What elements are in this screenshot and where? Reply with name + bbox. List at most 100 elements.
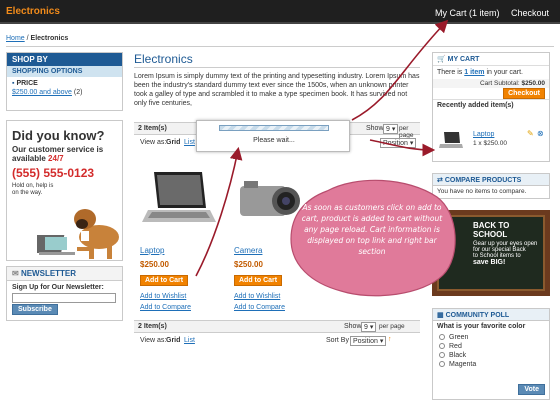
dyk-line2-text: available: [12, 154, 46, 163]
cart-summary: There is 1 item in your cart.: [433, 66, 549, 79]
poll-option-label: Red: [449, 343, 462, 350]
cart-items-link[interactable]: 1 item: [464, 69, 484, 76]
cart-icon: 🛒: [437, 56, 448, 63]
product-name-link[interactable]: Laptop: [140, 246, 164, 255]
grid-mode[interactable]: Grid: [166, 337, 180, 344]
poll-title: ▦ COMMUNITY POLL: [433, 309, 549, 321]
progress-bar: [219, 125, 329, 131]
mini-cart-checkout-button[interactable]: Checkout: [503, 88, 545, 99]
shopping-options-title: SHOPPING OPTIONS: [7, 66, 122, 77]
radio-icon[interactable]: [439, 361, 445, 368]
laptop-image[interactable]: [140, 164, 220, 234]
newsletter-email-input[interactable]: [12, 293, 116, 303]
add-to-compare-link[interactable]: Add to Compare: [140, 304, 191, 311]
price-filter-count: (2): [73, 89, 83, 96]
recent-item-qty: 1 x $250.00: [473, 140, 507, 147]
divider: [6, 46, 554, 47]
per-page-label: per page: [379, 323, 405, 330]
cart-text-start: There is: [437, 69, 463, 76]
add-to-cart-button[interactable]: Add to Cart: [140, 275, 189, 286]
poll-option-label: Magenta: [449, 361, 477, 368]
newsletter-label: Sign Up for Our Newsletter:: [12, 284, 104, 291]
my-cart-link[interactable]: My Cart (1 item): [435, 8, 500, 18]
poll-title-text: COMMUNITY POLL: [445, 312, 510, 319]
add-to-compare-link[interactable]: Add to Compare: [234, 304, 285, 311]
edit-icon[interactable]: ✎: [527, 129, 534, 138]
callout-text: As soon as customers click on add to car…: [301, 203, 443, 256]
poll-question: What is your favorite color: [437, 323, 526, 330]
my-cart-title-text: MY CART: [447, 56, 480, 63]
list-mode-link[interactable]: List: [184, 139, 195, 146]
limit-select-value: 9: [386, 126, 390, 133]
limit-select-value: 9: [364, 324, 368, 331]
price-filter-link[interactable]: $250.00 and above: [12, 89, 72, 96]
product-name-link[interactable]: Camera: [234, 246, 262, 255]
page-title: Electronics: [134, 52, 193, 66]
product-price: $250.00: [234, 260, 263, 269]
dyk-note2: on the way.: [12, 190, 43, 196]
per-page-label: per page: [399, 125, 414, 139]
recent-item-name[interactable]: Laptop: [473, 131, 494, 138]
subscribe-button[interactable]: Subscribe: [12, 304, 58, 315]
list-mode-link[interactable]: List: [184, 337, 195, 344]
product-price: $250.00: [140, 260, 169, 269]
limit-select[interactable]: 9 ▾: [383, 124, 399, 134]
vote-button[interactable]: Vote: [518, 384, 545, 395]
please-wait-text: Please wait...: [253, 137, 295, 144]
cart-subtotal: Cart Subtotal: $250.00: [433, 79, 549, 88]
view-as-label: View as:: [140, 139, 167, 146]
toolbar-bottom: 2 Item(s) Show 9 ▾ per page: [134, 320, 420, 333]
community-poll-box: ▦ COMMUNITY POLL What is your favorite c…: [432, 308, 550, 400]
checkout-link[interactable]: Checkout: [511, 8, 549, 18]
shop-by-box: SHOP BY SHOPPING OPTIONS ▪ PRICE $250.00…: [6, 52, 123, 111]
sort-direction-icon[interactable]: ↑: [388, 336, 392, 343]
subtotal-value: $250.00: [521, 80, 546, 87]
newsletter-title-text: NEWSLETTER: [20, 269, 77, 278]
poll-option[interactable]: Black: [439, 352, 549, 359]
view-as-label: View as:: [140, 337, 167, 344]
dyk-hours: 24/7: [48, 154, 64, 163]
mail-icon: ✉: [12, 269, 21, 278]
newsletter-title: ✉ NEWSLETTER: [7, 267, 122, 281]
title-divider: [134, 67, 420, 68]
show-label: Show: [366, 125, 384, 132]
dyk-line2: available 24/7: [12, 154, 104, 163]
dyk-phone: (555) 555-0123: [12, 166, 95, 180]
sort-select-value: Position: [353, 338, 378, 345]
sort-select-value: Position: [383, 140, 408, 147]
grid-mode[interactable]: Grid: [166, 139, 180, 146]
product-card: Laptop $250.00 Add to Cart Add to Wishli…: [134, 158, 226, 316]
price-filter-label: ▪ PRICE: [12, 80, 117, 87]
radio-icon[interactable]: [439, 343, 445, 350]
radio-icon[interactable]: [439, 352, 445, 359]
poll-icon: ▦: [437, 312, 446, 319]
sort-select[interactable]: Position ▾: [350, 336, 387, 346]
shop-by-title: SHOP BY: [7, 53, 122, 66]
my-cart-title: 🛒 MY CART: [433, 53, 549, 66]
dog-with-laptop-image: [37, 209, 119, 259]
school-line5: save BIG!: [473, 259, 506, 266]
dyk-note1: Hold on, help is: [12, 183, 54, 189]
add-to-wishlist-link[interactable]: Add to Wishlist: [140, 293, 186, 300]
poll-option[interactable]: Green: [439, 334, 549, 341]
dyk-title: Did you know?: [12, 128, 105, 143]
poll-option[interactable]: Magenta: [439, 361, 549, 368]
subtotal-label: Cart Subtotal:: [479, 80, 520, 87]
cart-text-end: in your cart.: [486, 69, 524, 76]
add-to-cart-button[interactable]: Add to Cart: [234, 275, 283, 286]
poll-option[interactable]: Red: [439, 343, 549, 350]
sort-by-label: Sort By: [326, 337, 349, 344]
newsletter-box: ✉ NEWSLETTER Sign Up for Our Newsletter:…: [6, 266, 123, 321]
limit-select[interactable]: 9 ▾: [361, 322, 377, 332]
breadcrumb-home[interactable]: Home: [6, 35, 25, 42]
poll-option-label: Black: [449, 352, 467, 359]
add-to-wishlist-link[interactable]: Add to Wishlist: [234, 293, 280, 300]
radio-icon[interactable]: [439, 334, 445, 341]
breadcrumb: Home / Electronics: [6, 35, 68, 42]
sort-select[interactable]: Position ▾: [380, 138, 417, 148]
recent-item-thumbnail[interactable]: [439, 131, 463, 149]
remove-icon[interactable]: ⊗: [537, 129, 544, 138]
did-you-know-banner[interactable]: Did you know? Our customer service is av…: [6, 120, 123, 261]
show-label: Show: [344, 323, 362, 330]
mini-cart: 🛒 MY CART There is 1 item in your cart. …: [432, 52, 550, 162]
